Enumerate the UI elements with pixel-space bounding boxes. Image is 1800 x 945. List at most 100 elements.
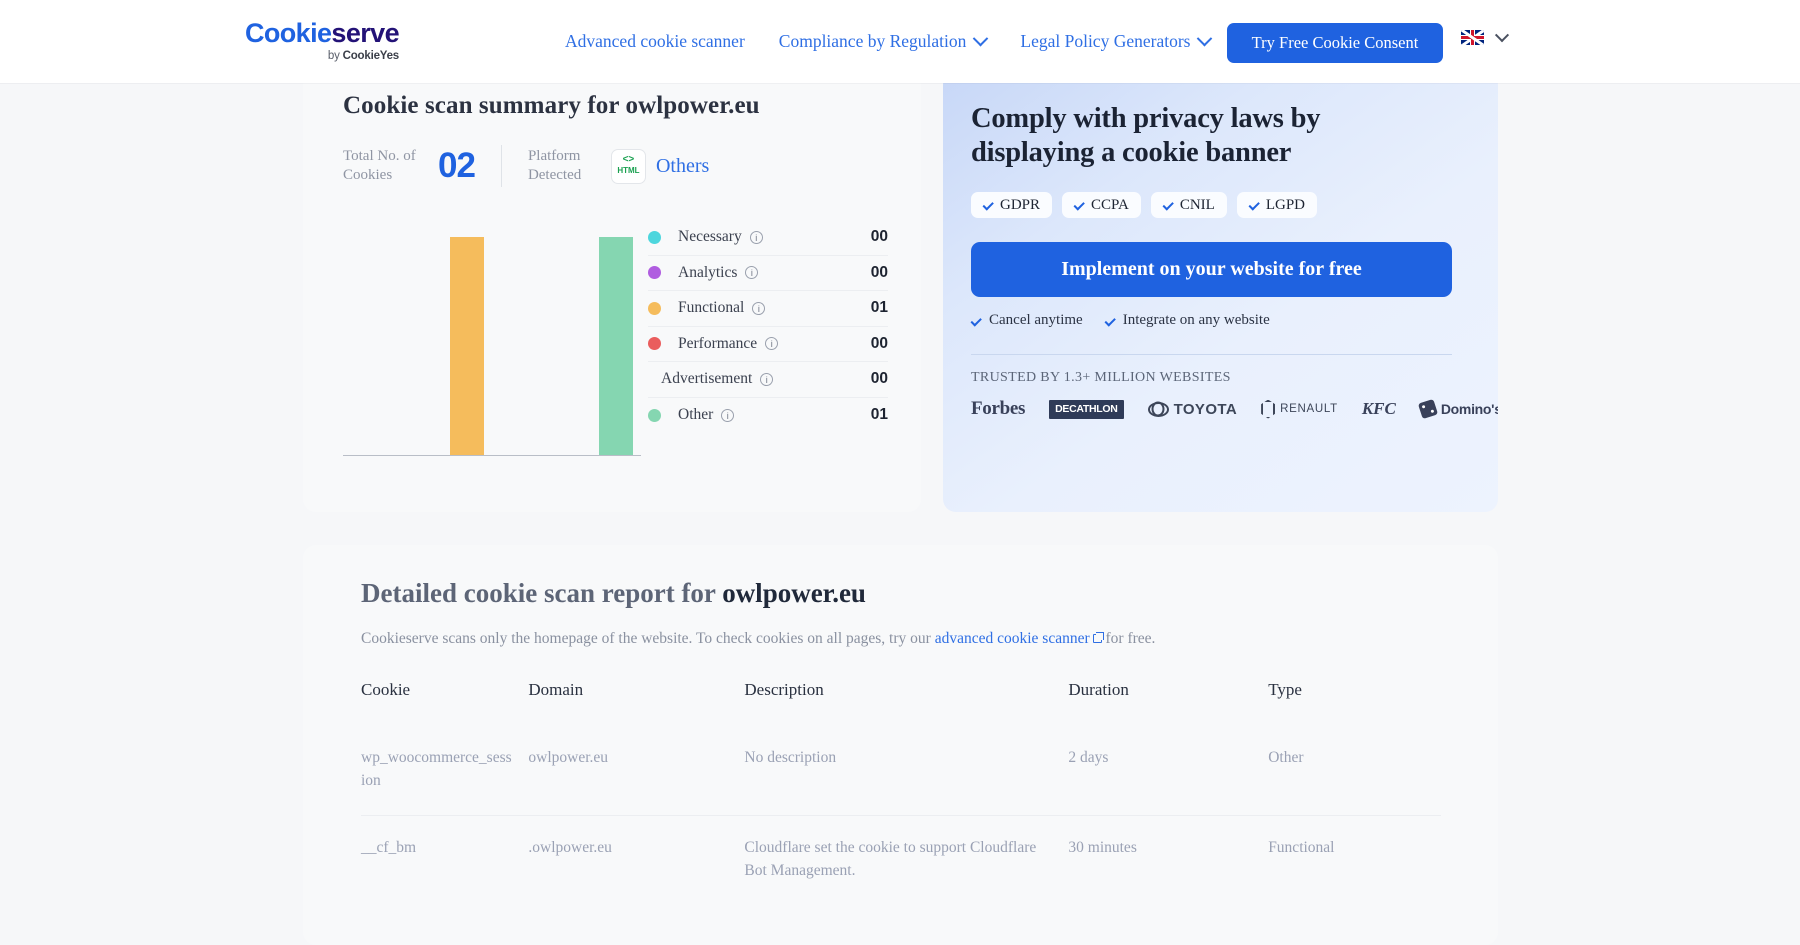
cta-sub-cancel-anytime: Cancel anytime [970,312,1083,329]
legend-value: 01 [870,299,888,317]
detailed-cookie-scan-report-card: Detailed cookie scan report for owlpower… [303,545,1498,945]
brand-forbes: Forbes [971,398,1025,420]
link-label: advanced cookie scanner [934,630,1090,647]
compliance-chip-lgpd: LGPD [1236,192,1317,218]
divider [500,145,502,187]
check-icon [970,315,982,326]
advanced-cookie-scanner-link[interactable]: advanced cookie scanner [935,630,1090,647]
logo-byline-brand: CookieYes [342,50,400,62]
report-title-domain: owlpower.eu [722,578,866,608]
table-row: wp_woocommerce_session owlpower.eu No desc… [361,726,1441,815]
column-header-duration: Duration [1068,680,1129,699]
cell-domain: .owlpower.eu [528,814,745,904]
chip-label: CNIL [1179,196,1215,213]
legend-value: 00 [870,370,888,388]
info-icon[interactable]: i [721,408,735,422]
summary-stats: Total No. of Cookies 02 Platform Detecte… [343,145,709,187]
info-icon[interactable]: i [749,230,763,244]
logo-wordmark: Cookieserve [245,18,400,48]
table-row: __cf_bm .owlpower.eu Cloudflare set the co… [361,814,1441,904]
brand-label: RENAULT [1280,403,1338,415]
column-header-cookie: Cookie [361,680,411,699]
info-icon[interactable]: i [760,372,774,386]
report-note-before: Cookieserve scans only the homepage of t… [361,630,935,647]
legend-row-analytics: Analytics i 00 [648,256,888,291]
legend-label: Analytics [678,263,738,281]
platform-detected-label: Platform Detected [527,148,582,183]
brand-logo-strip: Forbes DECATHLON TOYOTA RENAULT KFC Domi… [971,398,1498,420]
legend-color-dot [648,230,661,244]
cookie-category-legend: Necessary i 00 Analytics i 00 Functional i 01 Per… [648,220,888,433]
chevron-down-icon [973,30,989,47]
cell-description: Cloudflare set the cookie to support Clo… [744,814,1069,904]
report-title: Detailed cookie scan report for owlpower… [361,578,866,609]
info-icon[interactable]: i [745,266,759,280]
cookies-table: Cookie Domain Description Duration Type … [361,670,1441,904]
brand-decathlon: DECATHLON [1049,399,1124,419]
implement-on-website-button[interactable]: Implement on your website for free [971,242,1452,297]
chart-x-axis [343,455,641,456]
brand-kfc: KFC [1362,399,1396,419]
nav-label: Legal Policy Generators [1020,31,1191,51]
renault-logo-icon [1261,399,1276,419]
legend-label: Other [678,406,714,424]
report-title-prefix: Detailed cookie scan report for [361,578,723,608]
chevron-down-icon [1494,27,1510,42]
external-link-icon [1092,632,1104,643]
chip-label: CCPA [1091,196,1129,213]
logo-part-1: Cookie [245,18,332,48]
info-icon[interactable]: i [765,337,779,351]
cell-cookie: wp_woocommerce_session [361,749,512,790]
legend-color-dot [648,408,661,422]
try-free-cookie-consent-button[interactable]: Try Free Cookie Consent [1227,23,1443,63]
cell-duration: 2 days [1068,749,1109,766]
nav-item-legal-policy-generators[interactable]: Legal Policy Generators [1003,30,1227,52]
cell-description: No description [744,749,837,766]
cookies-table-body: wp_woocommerce_session owlpower.eu No desc… [361,726,1441,904]
info-icon[interactable]: i [752,301,766,315]
legend-row-functional: Functional i 01 [648,291,888,327]
legend-color-dot [648,337,661,351]
legend-label: Necessary [678,228,742,246]
column-header-description: Description [744,680,824,699]
toyota-logo-icon [1147,401,1169,417]
nav-label: Advanced cookie scanner [565,31,745,51]
chip-label: GDPR [1000,196,1041,213]
brand-label: KFC [1361,399,1396,418]
legend-row-advertisement: Advertisement i 00 [648,362,888,398]
cell-type: Other [1268,749,1304,766]
nav-item-advanced-cookie-scanner[interactable]: Advanced cookie scanner [548,31,762,52]
chevron-down-icon [1197,30,1213,47]
legend-color-dot-empty [648,373,661,386]
legend-value: 00 [870,228,888,246]
legend-value: 01 [870,406,888,424]
cookie-scan-summary-card: Cookie scan summary for owlpower.eu Tota… [303,72,921,512]
legend-row-necessary: Necessary i 00 [648,220,888,256]
legend-label: Advertisement [661,370,753,388]
legend-row-performance: Performance i 00 [648,327,888,362]
cta-heading: Comply with privacy laws by displaying a… [971,103,1321,168]
logo-byline-prefix: by [327,50,343,62]
site-header: Cookieserve by CookieYes Advanced cookie… [0,0,1800,83]
column-header-domain: Domain [528,680,584,699]
cta-sub-label: Cancel anytime [989,312,1083,328]
report-note-after: for free. [1101,630,1156,647]
cookie-category-bar-chart [303,222,643,467]
cell-cookie: __cf_bm [361,814,529,904]
page-title: Cookie scan summary for owlpower.eu [343,92,760,119]
site-logo[interactable]: Cookieserve by CookieYes [245,18,400,63]
table-header-row: Cookie Domain Description Duration Type [361,670,1441,726]
brand-label: DECATHLON [1049,399,1124,419]
html-label: HTML [617,166,640,176]
cell-type: Functional [1268,814,1441,904]
nav-label: Compliance by Regulation [778,31,967,51]
language-selector[interactable] [1461,27,1510,45]
brand-dominos: Domino's [1417,398,1498,420]
cta-subtext-list: Cancel anytime Integrate on any website [970,312,1270,329]
cta-sub-integrate-any-website: Integrate on any website [1104,312,1270,329]
code-glyph: <> [622,154,635,166]
logo-part-2: serve [331,18,399,48]
legend-row-other: Other i 01 [648,398,888,434]
nav-item-compliance-by-regulation[interactable]: Compliance by Regulation [762,30,1004,52]
check-icon [982,199,994,211]
